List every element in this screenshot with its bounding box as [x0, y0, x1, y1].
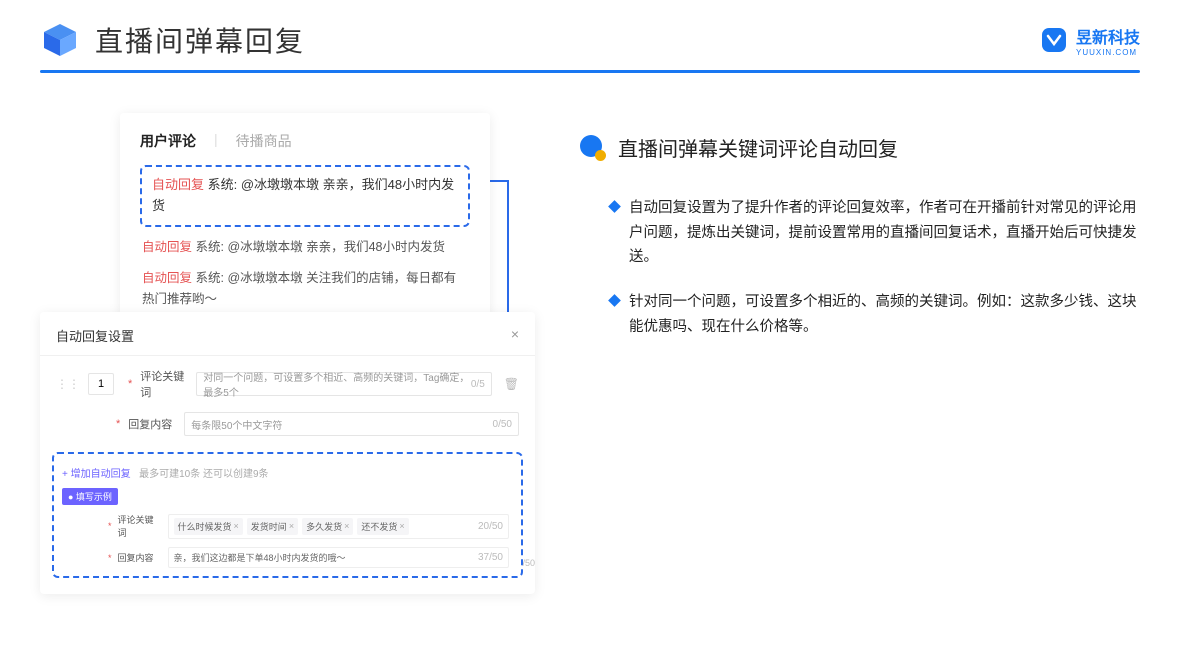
settings-panel: 自动回复设置 × ⋮⋮ * 评论关键词 对同一个问题，可设置多个相近、高频的关键… — [40, 312, 535, 594]
example-keyword-counter: 20/50 — [478, 521, 503, 532]
reply-input[interactable]: 每条限50个中文字符 0/50 — [184, 412, 519, 436]
comment-text: 系统: @冰墩墩本墩 亲亲，我们48小时内发货 — [196, 240, 446, 254]
comments-panel: 用户评论 | 待播商品 自动回复 系统: @冰墩墩本墩 亲亲，我们48小时内发货… — [120, 113, 490, 330]
comment-row: 自动回复 系统: @冰墩墩本墩 亲亲，我们48小时内发货 — [140, 237, 470, 258]
keyword-input[interactable]: 对同一个问题，可设置多个相近、高频的关键词，Tag确定，最多5个 0/5 — [196, 372, 491, 396]
example-section: + 增加自动回复 最多可建10条 还可以创建9条 ● 填写示例 * 评论关键词 … — [52, 452, 523, 578]
tag-close-icon[interactable]: × — [234, 521, 239, 531]
example-reply-row: * 回复内容 亲，我们这边都是下单48小时内发货的哦～ 37/50 — [62, 543, 513, 572]
bullet-text: 自动回复设置为了提升作者的评论回复效率，作者可在开播前针对常见的评论用户问题，提… — [629, 196, 1140, 270]
right-column: 直播间弹幕关键词评论自动回复 自动回复设置为了提升作者的评论回复效率，作者可在开… — [580, 113, 1140, 594]
index-input[interactable] — [88, 373, 114, 395]
add-auto-reply-link[interactable]: + 增加自动回复 — [62, 469, 131, 480]
tag: 还不发货× — [357, 518, 408, 535]
required-star-icon: * — [116, 418, 120, 430]
diamond-bullet-icon — [608, 200, 621, 213]
left-column: 用户评论 | 待播商品 自动回复 系统: @冰墩墩本墩 亲亲，我们48小时内发货… — [40, 113, 540, 594]
chat-bubble-icon — [580, 135, 606, 161]
cube-icon — [40, 20, 80, 60]
tag-close-icon[interactable]: × — [344, 521, 349, 531]
connector-line-h — [487, 180, 509, 182]
slide-header: 直播间弹幕回复 昱新科技 YUUXIN.COM — [0, 0, 1180, 70]
drag-handle-icon[interactable]: ⋮⋮ — [56, 377, 80, 391]
tag: 什么时候发货× — [174, 518, 243, 535]
keyword-placeholder: 对同一个问题，可设置多个相近、高频的关键词，Tag确定，最多5个 — [203, 369, 471, 399]
bullet-item: 针对同一个问题，可设置多个相近的、高频的关键词。例如：这款多少钱、这块能优惠吗、… — [580, 280, 1140, 349]
example-keyword-row: * 评论关键词 什么时候发货× 发货时间× 多久发货× 还不发货× 20/50 — [62, 509, 513, 543]
auto-reply-label: 自动回复 — [142, 240, 192, 254]
example-badge: ● 填写示例 — [62, 488, 118, 505]
reply-placeholder: 每条限50个中文字符 — [191, 417, 282, 432]
tag-close-icon[interactable]: × — [399, 521, 404, 531]
auto-reply-label: 自动回复 — [152, 177, 204, 192]
required-star-icon: * — [108, 553, 112, 563]
auto-reply-label: 自动回复 — [142, 271, 192, 285]
brand-name: 昱新科技 — [1076, 24, 1140, 48]
required-star-icon: * — [128, 378, 132, 390]
brand-sub: YUUXIN.COM — [1076, 48, 1140, 57]
section-heading: 直播间弹幕关键词评论自动回复 — [580, 133, 1140, 162]
example-reply-text: 亲，我们这边都是下单48小时内发货的哦～ — [174, 551, 346, 564]
tabs: 用户评论 | 待播商品 — [140, 131, 470, 151]
tab-separator: | — [214, 131, 218, 151]
tag: 发货时间× — [247, 518, 298, 535]
keyword-counter: 0/5 — [471, 379, 485, 390]
comment-row: 自动回复 系统: @冰墩墩本墩 关注我们的店铺，每日都有热门推荐哟～ — [140, 268, 470, 311]
close-icon[interactable]: × — [511, 326, 519, 345]
highlighted-comment: 自动回复 系统: @冰墩墩本墩 亲亲，我们48小时内发货 — [140, 165, 470, 227]
tag-close-icon[interactable]: × — [289, 521, 294, 531]
section-title: 直播间弹幕关键词评论自动回复 — [618, 133, 898, 162]
example-reply-box[interactable]: 亲，我们这边都是下单48小时内发货的哦～ 37/50 — [168, 547, 509, 568]
settings-header: 自动回复设置 × — [40, 326, 535, 356]
example-reply-label: 回复内容 — [118, 551, 162, 564]
required-star-icon: * — [108, 521, 112, 531]
diamond-bullet-icon — [608, 294, 621, 307]
brand-logo-icon — [1040, 26, 1068, 54]
brand: 昱新科技 YUUXIN.COM — [1040, 24, 1140, 57]
add-hint: 最多可建10条 还可以创建9条 — [139, 469, 268, 480]
bullet-item: 自动回复设置为了提升作者的评论回复效率，作者可在开播前针对常见的评论用户问题，提… — [580, 186, 1140, 280]
example-keyword-label: 评论关键词 — [118, 513, 162, 539]
content: 用户评论 | 待播商品 自动回复 系统: @冰墩墩本墩 亲亲，我们48小时内发货… — [0, 73, 1180, 594]
form-row-keyword: ⋮⋮ * 评论关键词 对同一个问题，可设置多个相近、高频的关键词，Tag确定，最… — [40, 356, 535, 400]
tab-pending-products[interactable]: 待播商品 — [236, 131, 292, 151]
delete-icon[interactable]: 🗑 — [504, 377, 519, 391]
reply-label: 回复内容 — [128, 416, 176, 432]
tag: 多久发货× — [302, 518, 353, 535]
example-tags: 什么时候发货× 发货时间× 多久发货× 还不发货× — [174, 518, 409, 535]
header-left: 直播间弹幕回复 — [40, 20, 305, 60]
tab-user-comments[interactable]: 用户评论 — [140, 131, 196, 151]
settings-title: 自动回复设置 — [56, 326, 134, 345]
bullet-text: 针对同一个问题，可设置多个相近的、高频的关键词。例如：这款多少钱、这块能优惠吗、… — [629, 290, 1140, 339]
extra-counter: /50 — [522, 558, 535, 568]
page-title: 直播间弹幕回复 — [95, 20, 305, 60]
example-keyword-box[interactable]: 什么时候发货× 发货时间× 多久发货× 还不发货× 20/50 — [168, 514, 509, 539]
example-reply-counter: 37/50 — [478, 552, 503, 563]
keyword-label: 评论关键词 — [140, 368, 188, 400]
reply-counter: 0/50 — [493, 419, 512, 430]
form-row-reply: * 回复内容 每条限50个中文字符 0/50 — [40, 400, 535, 436]
